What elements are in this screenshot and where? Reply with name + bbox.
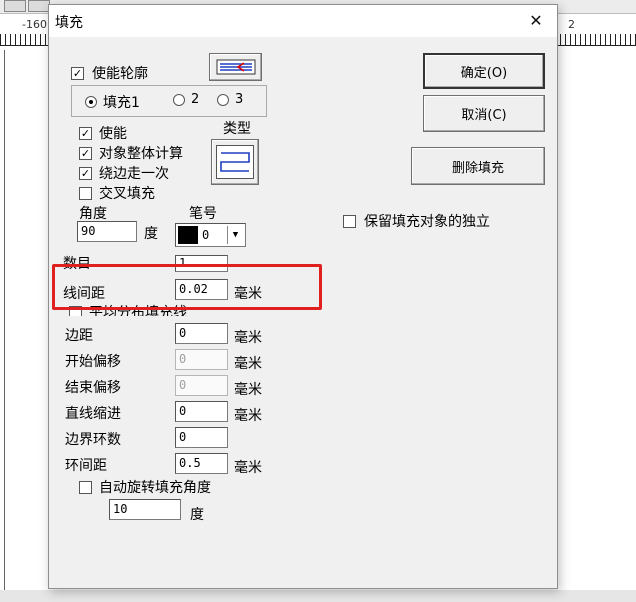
checkbox-box[interactable]: ✓ <box>79 146 92 160</box>
field-unit: 毫米 <box>234 330 262 346</box>
cross-fill-checkbox[interactable]: 交叉填充 <box>79 183 155 203</box>
option-label: 绕边走一次 <box>99 166 169 182</box>
start-offset-input[interactable]: 0 <box>175 349 228 370</box>
field-label: 边界环数 <box>65 432 121 448</box>
fill-type-button[interactable] <box>211 139 259 185</box>
angle-label: 角度 <box>79 206 107 222</box>
cancel-button[interactable]: 取消(C) <box>423 95 545 132</box>
checkbox-box[interactable]: ✓ <box>79 166 92 180</box>
margin-input[interactable]: 0 <box>175 323 228 344</box>
dialog-titlebar[interactable]: 填充 ✕ <box>49 5 557 37</box>
rotate-angle-unit: 度 <box>190 507 204 523</box>
ring-spacing-input[interactable]: 0.5 <box>175 453 228 474</box>
field-label: 环间距 <box>65 458 107 474</box>
close-icon[interactable]: ✕ <box>523 9 549 33</box>
rotate-angle-input[interactable]: 10 <box>109 499 181 520</box>
whole-object-checkbox[interactable]: ✓ 对象整体计算 <box>79 143 183 163</box>
radio-label: 2 <box>191 92 200 107</box>
option-label: 保留填充对象的独立 <box>364 214 490 230</box>
option-label: 自动旋转填充角度 <box>99 480 211 496</box>
option-label: 使能 <box>99 126 127 142</box>
radio-label: 3 <box>235 92 244 107</box>
checkbox-box[interactable] <box>79 480 92 494</box>
enable-outline-checkbox[interactable]: ✓ 使能轮廓 <box>71 63 148 83</box>
ruler-number: 2 <box>568 18 575 31</box>
radio-fill2[interactable]: 2 <box>173 92 199 107</box>
option-label: 对象整体计算 <box>99 146 183 162</box>
angle-input[interactable]: 90 <box>77 221 137 242</box>
radio-button[interactable] <box>85 96 97 108</box>
field-unit: 毫米 <box>234 460 262 476</box>
outline-pattern-icon <box>216 59 255 75</box>
checkbox-box[interactable] <box>79 186 92 200</box>
type-label: 类型 <box>223 121 251 137</box>
boundary-rings-input[interactable]: 0 <box>175 427 228 448</box>
fill-type-icon <box>216 145 254 179</box>
ruler-number: -160 <box>22 18 47 31</box>
pen-select[interactable]: 0 ▼ <box>175 223 246 247</box>
delete-fill-button[interactable]: 删除填充 <box>411 147 545 185</box>
checkbox-box[interactable] <box>343 214 356 228</box>
checkbox-box[interactable]: ✓ <box>79 126 92 140</box>
dialog-title: 填充 <box>55 15 83 31</box>
radio-button[interactable] <box>173 93 185 106</box>
radio-fill3[interactable]: 3 <box>217 92 243 107</box>
field-unit: 毫米 <box>234 382 262 398</box>
ok-button[interactable]: 确定(O) <box>423 53 545 89</box>
edge-once-checkbox[interactable]: ✓ 绕边走一次 <box>79 163 169 183</box>
radio-button[interactable] <box>217 93 229 106</box>
enable-checkbox[interactable]: ✓ 使能 <box>79 123 127 143</box>
pen-label: 笔号 <box>189 206 217 222</box>
angle-unit: 度 <box>144 226 158 242</box>
outline-pen-button[interactable] <box>209 53 262 81</box>
highlight-box <box>52 264 322 310</box>
checkbox-box[interactable]: ✓ <box>71 66 84 80</box>
enable-outline-label: 使能轮廓 <box>92 66 148 82</box>
pen-number: 0 <box>202 228 210 242</box>
keep-independent-checkbox[interactable]: 保留填充对象的独立 <box>343 211 490 231</box>
toolbar-button[interactable] <box>28 0 50 12</box>
end-offset-input[interactable]: 0 <box>175 375 228 396</box>
auto-rotate-checkbox[interactable]: 自动旋转填充角度 <box>79 477 211 497</box>
field-unit: 毫米 <box>234 408 262 424</box>
radio-label: 填充1 <box>103 95 140 111</box>
toolbar-button[interactable] <box>4 0 26 12</box>
field-label: 结束偏移 <box>65 380 121 396</box>
radio-fill1[interactable]: 填充1 <box>85 92 140 112</box>
field-label: 边距 <box>65 328 93 344</box>
pen-color-swatch <box>178 226 198 244</box>
option-label: 交叉填充 <box>99 186 155 202</box>
field-unit: 毫米 <box>234 356 262 372</box>
line-indent-input[interactable]: 0 <box>175 401 228 422</box>
field-label: 开始偏移 <box>65 354 121 370</box>
field-label: 直线缩进 <box>65 406 121 422</box>
chevron-down-icon[interactable]: ▼ <box>227 226 243 244</box>
page-border-line <box>4 50 5 600</box>
background-statusbar <box>0 590 636 602</box>
